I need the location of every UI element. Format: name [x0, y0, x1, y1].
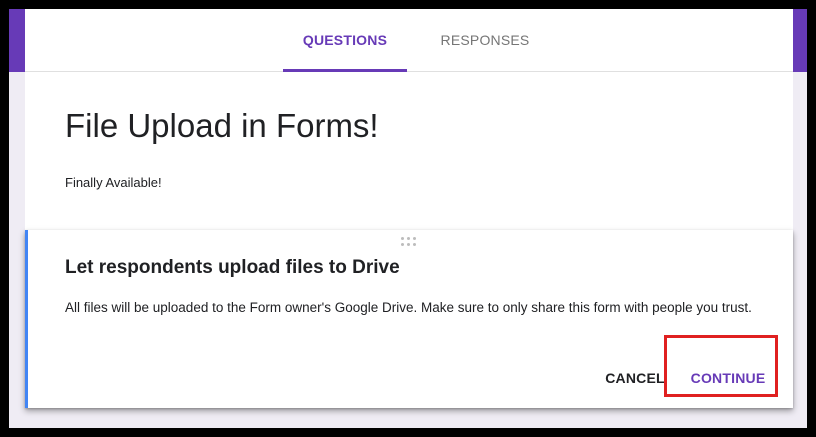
tab-bar: QUESTIONS RESPONSES [25, 9, 793, 72]
tab-questions[interactable]: QUESTIONS [283, 9, 407, 71]
dialog-title: Let respondents upload files to Drive [65, 257, 400, 278]
active-tab-indicator [283, 69, 407, 72]
upload-permission-dialog: Let respondents upload files to Drive Al… [25, 230, 793, 408]
tab-questions-label: QUESTIONS [302, 32, 388, 48]
drag-handle-icon[interactable] [401, 237, 417, 247]
tab-responses[interactable]: RESPONSES [425, 9, 545, 71]
tab-responses-label: RESPONSES [440, 32, 530, 48]
form-description[interactable]: Finally Available! [65, 175, 162, 190]
form-title[interactable]: File Upload in Forms! [65, 107, 379, 145]
continue-button[interactable]: CONTINUE [683, 363, 773, 393]
form-header-card: QUESTIONS RESPONSES File Upload in Forms… [25, 9, 793, 234]
dialog-body: All files will be uploaded to the Form o… [65, 300, 752, 315]
app-window: QUESTIONS RESPONSES File Upload in Forms… [9, 9, 807, 428]
cancel-button[interactable]: CANCEL [600, 363, 670, 393]
